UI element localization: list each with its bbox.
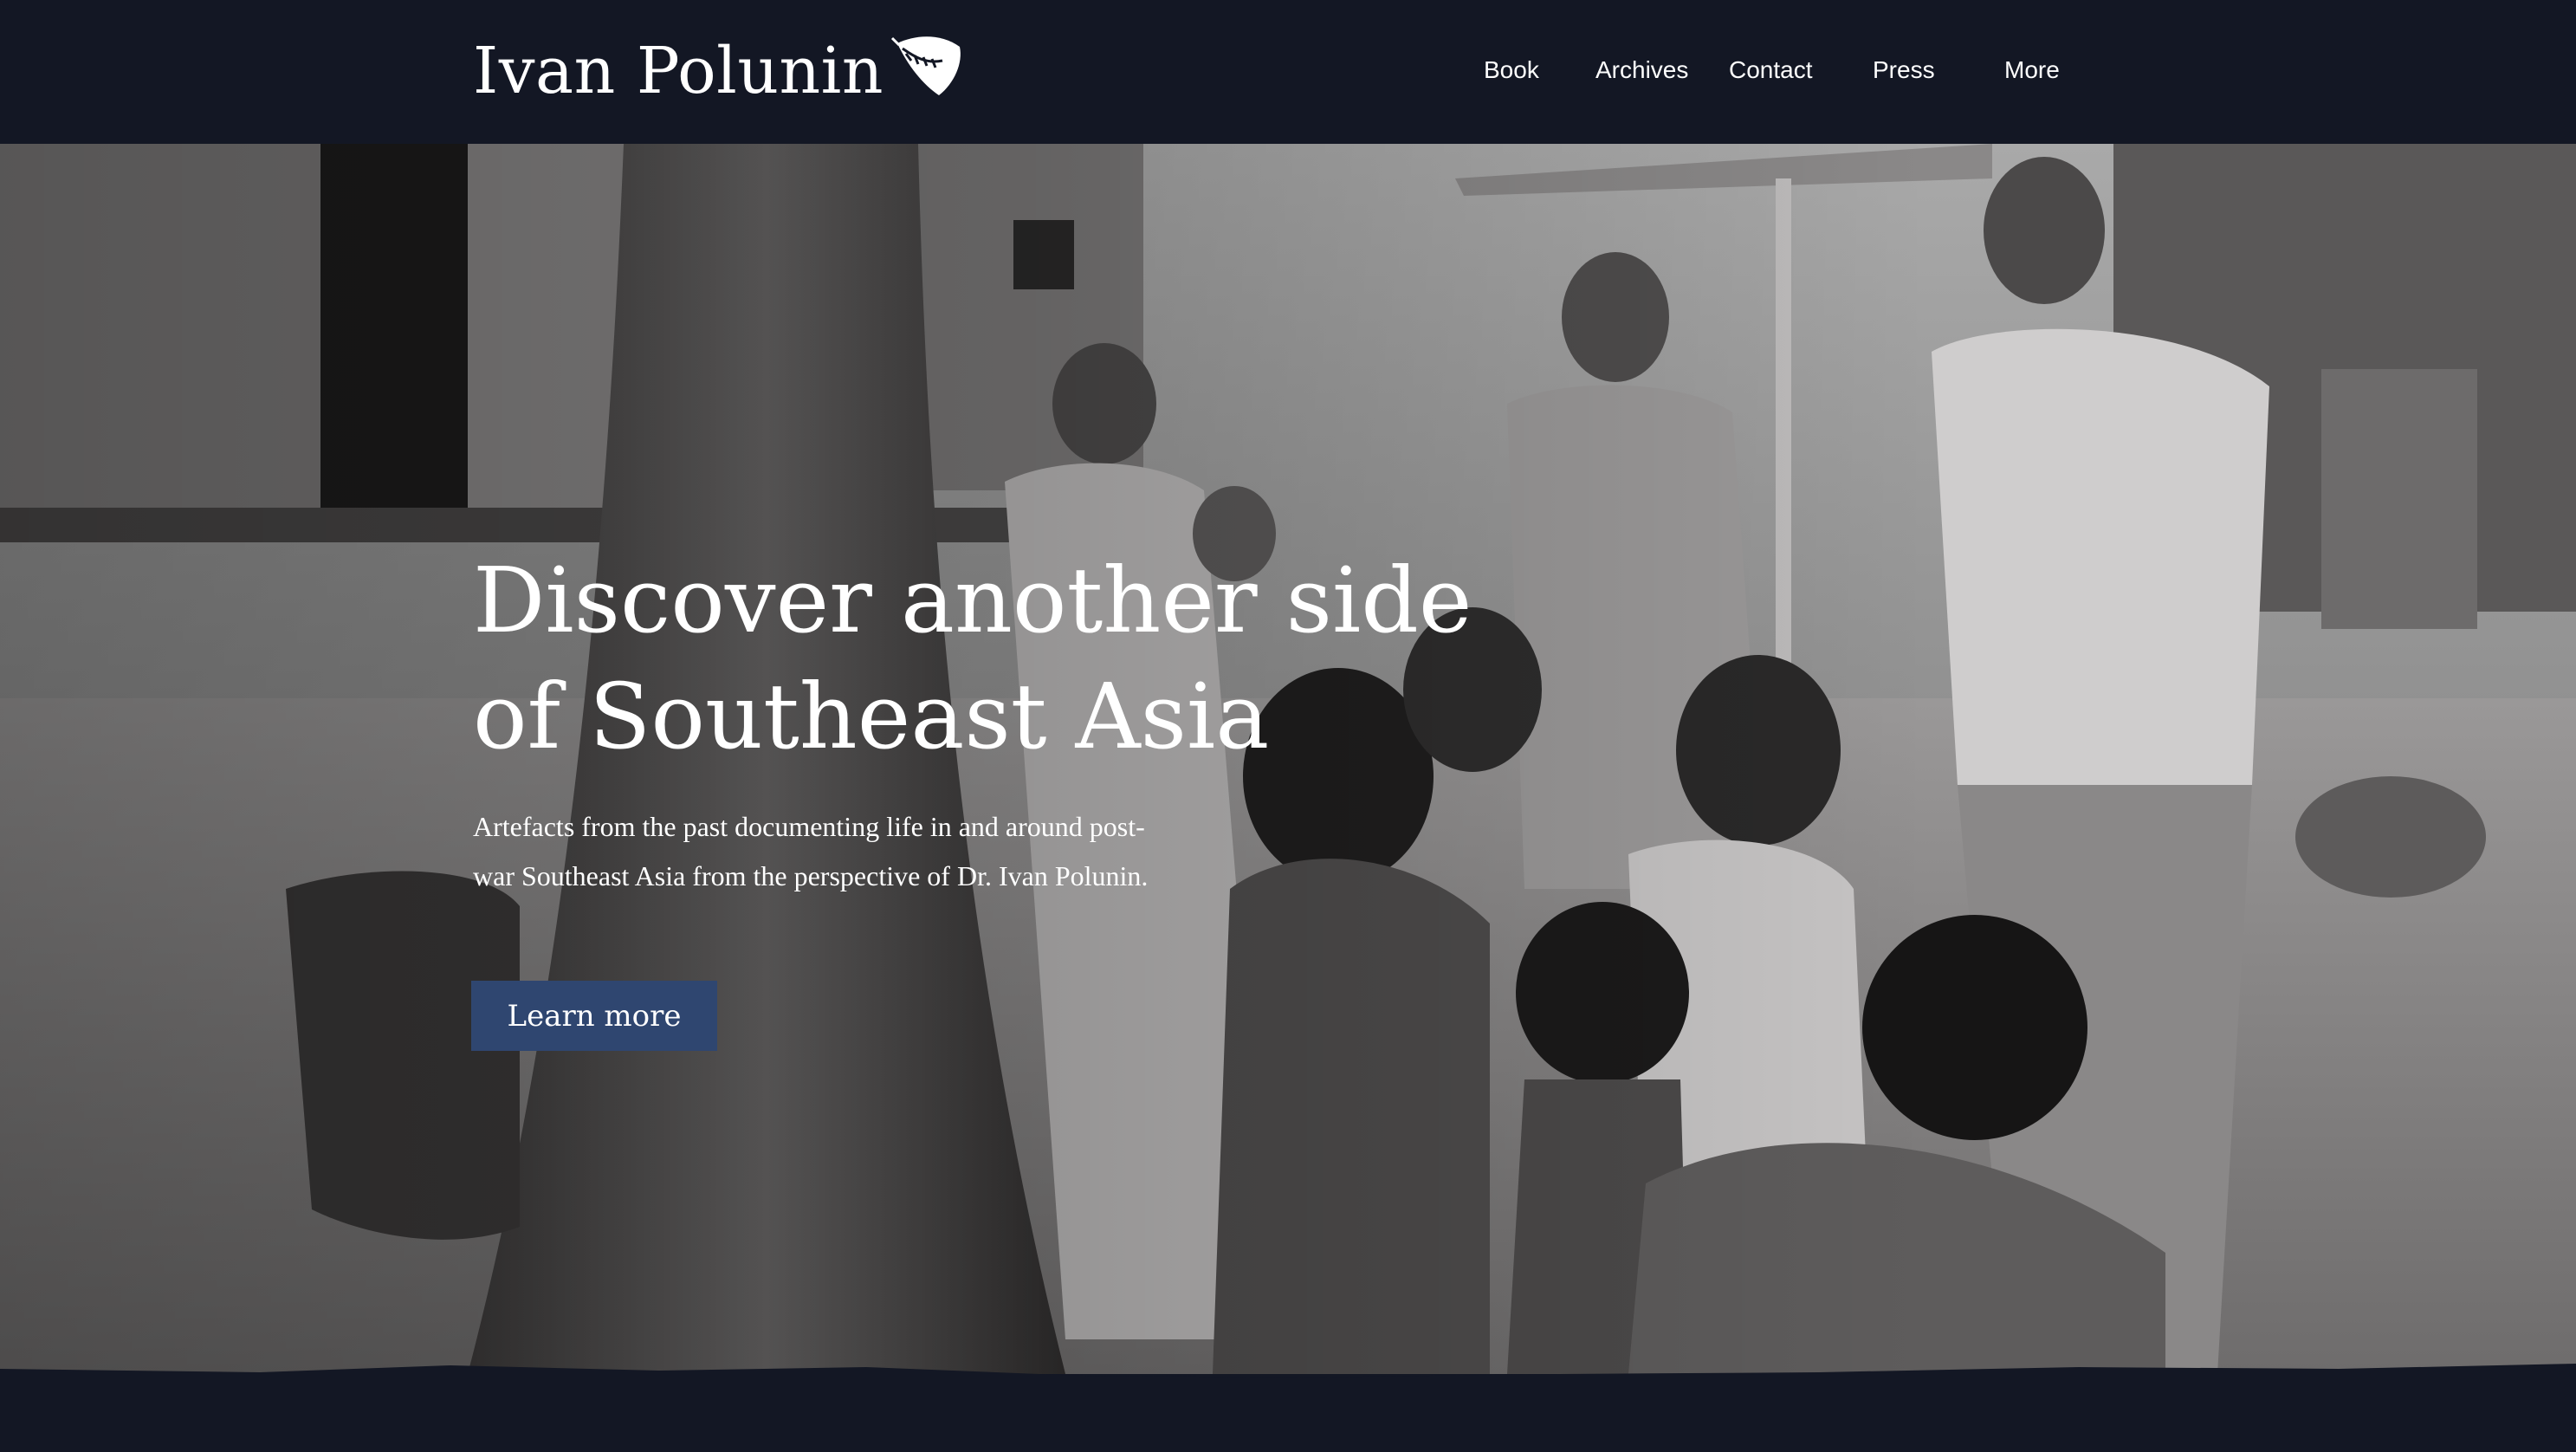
- nav-contact[interactable]: Contact: [1729, 49, 1813, 92]
- hero-description: Artefacts from the past documenting life…: [473, 811, 1149, 891]
- hero-headline: Discover another side of Southeast Asia: [473, 542, 1512, 775]
- hero-headline-line1: Discover another side: [473, 548, 1472, 653]
- nav-book[interactable]: Book: [1484, 49, 1539, 92]
- nav-press[interactable]: Press: [1873, 49, 1935, 92]
- top-navigation-bar: Ivan Polunin Book Archives Contact Press…: [0, 0, 2576, 144]
- torn-paper-edge: [0, 1364, 2576, 1452]
- nav-archives[interactable]: Archives: [1595, 49, 1688, 92]
- nav-more[interactable]: More: [2004, 49, 2060, 92]
- hero-headline-line2: of Southeast Asia: [473, 664, 1270, 769]
- hero-section: Discover another side of Southeast Asia …: [0, 144, 2576, 1374]
- main-nav: Book Archives Contact Press More: [0, 49, 2576, 92]
- learn-more-button[interactable]: Learn more: [471, 981, 717, 1051]
